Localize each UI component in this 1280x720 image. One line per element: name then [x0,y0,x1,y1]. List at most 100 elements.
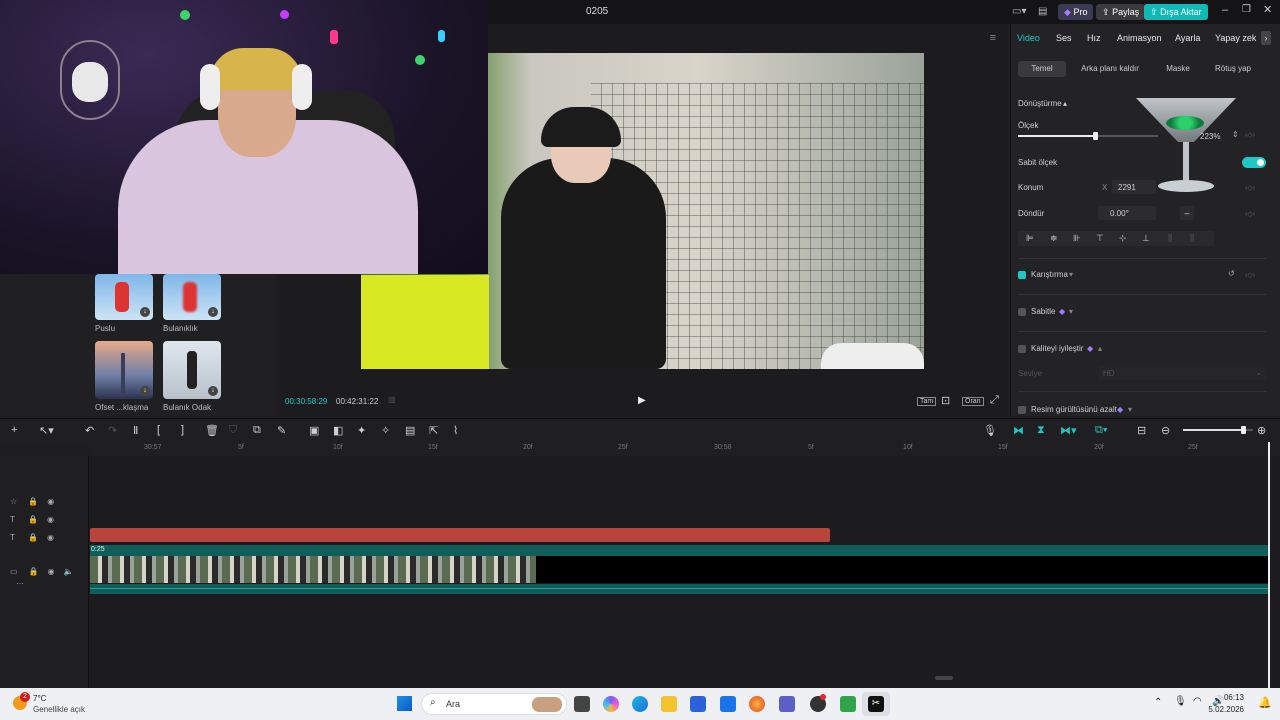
subtab-remove-bg[interactable]: Arka planı kaldır [1075,61,1145,77]
tab-video[interactable]: Video [1017,33,1040,43]
notifications-icon[interactable]: 🔔 [1258,696,1272,709]
uniform-scale-toggle[interactable] [1242,157,1266,168]
zoom-slider[interactable] [1183,426,1253,434]
tabs-next-icon[interactable]: › [1261,31,1271,45]
notepad-icon[interactable] [840,696,856,712]
effect-tile-puslu[interactable]: ↓ Puslu [95,274,153,333]
subtitle-icon[interactable]: ⊟ [1137,424,1146,437]
scale-value[interactable]: 223% [1200,132,1220,141]
align-center-icon[interactable]: ≑ [1050,233,1058,244]
effect-tile-ofset[interactable]: ↓ Ofset ...klaşma [95,341,153,412]
weather-desc[interactable]: Genellikle açık [33,705,85,714]
audio-waveform-clip[interactable] [90,584,1270,594]
delete-icon[interactable]: 🗑 [205,424,219,437]
export-button[interactable]: ⇧ Dışa Aktar [1144,4,1208,20]
track-mode-icon[interactable]: ⧉▾ [1095,424,1107,437]
scale-slider-thumb[interactable] [1093,132,1098,140]
video-clip-filmstrip[interactable] [90,556,536,583]
tab-ai[interactable]: Yapay zek [1215,33,1257,43]
clock-date[interactable]: 5.02.2026 [1205,705,1244,714]
zoom-slider-thumb[interactable] [1240,426,1246,434]
eye-icon[interactable]: ◉ [47,497,54,506]
reset-icon[interactable]: ↺ [1228,269,1235,278]
audio-wave-icon[interactable]: ⌇ [453,424,458,437]
trim-right-icon[interactable]: ] [181,424,184,436]
snapshot-icon[interactable]: ⊡ [941,394,950,407]
store-icon[interactable] [690,696,706,712]
undo-icon[interactable]: ↶ [85,424,94,437]
position-x-field[interactable]: 2291 [1112,180,1156,194]
enhance-label[interactable]: Kaliteyi iyileştir [1031,344,1083,353]
subtab-basic[interactable]: Temel [1018,61,1066,77]
speaker-icon[interactable]: 🔈 [64,567,74,576]
microphone-icon[interactable]: 🎙 [983,424,997,437]
ratio-button[interactable]: Oran [962,397,984,406]
transform-header[interactable]: Dönüştürme [1018,99,1062,108]
flip-button[interactable]: – [1180,206,1194,220]
keyframe-icon[interactable]: ‹◇› [1245,184,1255,192]
tab-animation[interactable]: Animasyon [1117,33,1162,43]
zoom-out-icon[interactable]: ⊖ [1161,424,1170,437]
clock-time[interactable]: 06:13 [1222,693,1244,702]
edge-icon[interactable] [632,696,648,712]
link-icon[interactable]: ⧓ [1013,424,1024,437]
scale-slider[interactable] [1018,132,1158,140]
timeline-scrollbar[interactable] [935,676,953,680]
firefox-icon[interactable] [749,696,765,712]
freeze-icon[interactable]: ◧ [333,424,343,437]
outlook-icon[interactable] [720,696,736,712]
start-icon[interactable] [397,696,412,711]
play-icon[interactable]: ▶ [638,395,646,406]
keyframe-icon[interactable]: ‹◇› [1245,210,1255,218]
expand-icon[interactable]: ⤢ [990,394,999,407]
effect-tile-bulaniklik[interactable]: ↓ Bulanıklık [163,274,221,333]
chevron-down-icon[interactable]: ▾ [1069,307,1073,316]
text-clip[interactable] [90,528,830,542]
task-view-icon[interactable] [574,696,590,712]
maximize-icon[interactable]: ❐ [1242,4,1251,15]
shield-icon[interactable]: ⛉ [229,424,237,437]
align-top-icon[interactable]: ⊤ [1096,233,1104,244]
chevron-up-icon[interactable]: ▴ [1098,344,1102,353]
align-bottom-icon[interactable]: ⊥ [1142,233,1150,244]
minimize-icon[interactable]: – [1222,4,1228,16]
denoise-label[interactable]: Resim gürültüsünü azalt [1031,405,1117,414]
tab-audio[interactable]: Ses [1056,33,1072,43]
subtab-retouch[interactable]: Rötuş yap [1208,61,1258,77]
pro-button[interactable]: ◆ Pro [1058,4,1094,20]
eye-icon[interactable]: ◉ [47,533,54,542]
distribute-h-icon[interactable]: ⫼ [1168,233,1172,244]
ai-effect-icon[interactable]: ✦ [357,424,366,437]
layout-icon[interactable]: ▭▾ [1012,6,1026,17]
lock-icon[interactable]: 🔒 [28,515,38,524]
trim-left-icon[interactable]: [ [157,424,160,436]
align-left-icon[interactable]: ⊫ [1026,233,1034,244]
enhance-icon[interactable]: ✧ [381,424,390,437]
denoise-checkbox[interactable] [1018,406,1026,414]
zoom-in-icon[interactable]: ⊕ [1257,424,1266,437]
more-icon[interactable]: ⋯ [16,579,24,588]
snap-icon[interactable]: ⧗ [1037,424,1045,437]
copilot-icon[interactable] [603,696,619,712]
crop-icon[interactable]: ⧉ [253,424,261,437]
weather-temp[interactable]: 7°C [33,694,46,703]
blend-checkbox[interactable] [1018,271,1026,279]
teams-icon[interactable] [779,696,795,712]
lock-icon[interactable]: 🔒 [28,533,38,542]
playhead[interactable] [1268,442,1270,688]
search-box[interactable]: ⌕ Ara [421,693,567,715]
keyframe-icon[interactable]: ‹◇› [1245,131,1255,139]
export-frame-icon[interactable]: ⇱ [429,424,438,437]
close-icon[interactable]: ✕ [1263,3,1272,16]
stabilize-checkbox[interactable] [1018,308,1026,316]
capcut-active-tab[interactable]: ✂ [862,692,890,716]
lock-icon[interactable]: 🔒 [28,497,38,506]
scale-stepper-icon[interactable]: ⇕ [1232,130,1239,139]
keyframe-icon[interactable]: ‹◇› [1245,271,1255,279]
menu-icon[interactable]: ≡ [990,32,996,44]
split-icon[interactable]: Ⅱ [133,424,138,437]
stabilize-label[interactable]: Sabitle [1031,307,1055,316]
tab-speed[interactable]: Hız [1087,33,1101,43]
rotate-field[interactable]: 0.00° [1098,206,1156,220]
subtab-mask[interactable]: Maske [1158,61,1198,77]
